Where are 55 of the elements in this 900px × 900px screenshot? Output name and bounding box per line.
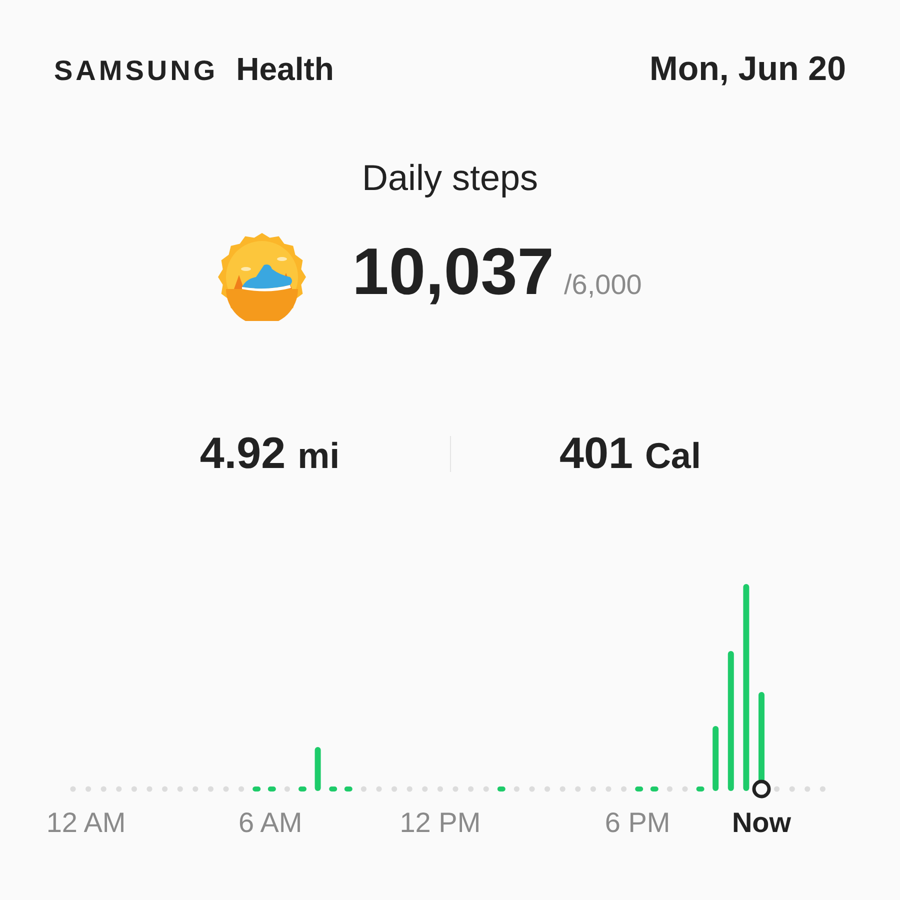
baseline-dot xyxy=(223,786,229,792)
now-marker xyxy=(752,780,771,798)
baseline-dot xyxy=(621,786,627,792)
baseline-dot xyxy=(514,786,520,792)
time-label: 6 AM xyxy=(238,807,302,838)
baseline-dot xyxy=(560,786,566,792)
stat-unit: Cal xyxy=(644,435,701,477)
baseline-dot xyxy=(392,786,398,792)
stat-unit: mi xyxy=(298,435,340,477)
baseline-dot xyxy=(789,786,795,792)
stat-value: 4.92 xyxy=(200,429,286,479)
time-label: Now xyxy=(732,807,792,838)
baseline-dot xyxy=(544,786,550,792)
baseline-dot xyxy=(590,786,596,792)
step-goal: /6,000 xyxy=(564,269,642,301)
baseline-dot xyxy=(452,786,458,792)
baseline-dot xyxy=(406,786,412,792)
time-label: 6 PM xyxy=(604,807,670,838)
time-label: 12 AM xyxy=(46,807,126,838)
baseline-dot xyxy=(575,786,581,792)
baseline-dot xyxy=(131,786,137,792)
baseline-dot xyxy=(100,786,106,792)
baseline-dot xyxy=(177,786,183,792)
baseline-dot xyxy=(682,786,688,792)
step-count: 10,037 xyxy=(352,233,554,309)
baseline-dot xyxy=(162,786,168,792)
baseline-dot xyxy=(360,786,366,792)
time-label: 12 PM xyxy=(400,807,481,838)
baseline-dot xyxy=(208,786,214,792)
shoe-badge-icon xyxy=(218,233,306,321)
step-bar xyxy=(712,726,719,791)
baseline-dot xyxy=(70,786,76,792)
baseline-dot xyxy=(376,786,382,792)
section-title: Daily steps xyxy=(362,157,538,199)
baseline-dot xyxy=(86,786,92,792)
baseline-dot xyxy=(437,786,443,792)
baseline-dot xyxy=(468,786,474,792)
stat-value: 401 xyxy=(560,429,633,479)
baseline-dot xyxy=(422,786,428,792)
brand-wordmark: SAMSUNG xyxy=(54,55,218,87)
baseline-dot xyxy=(774,786,780,792)
app-name: Health xyxy=(236,51,334,88)
baseline-dot xyxy=(116,786,122,792)
baseline-dot xyxy=(238,786,244,792)
baseline-dot xyxy=(529,786,535,792)
baseline-dot xyxy=(820,786,826,792)
baseline-dot xyxy=(606,786,612,792)
baseline-dot xyxy=(666,786,672,792)
step-bar xyxy=(314,747,321,791)
baseline-dot xyxy=(284,786,290,792)
baseline-dot xyxy=(483,786,489,792)
baseline-dot xyxy=(146,786,152,792)
baseline-dot xyxy=(192,786,198,792)
baseline-dot xyxy=(804,786,810,792)
date-label: Mon, Jun 20 xyxy=(650,50,846,89)
